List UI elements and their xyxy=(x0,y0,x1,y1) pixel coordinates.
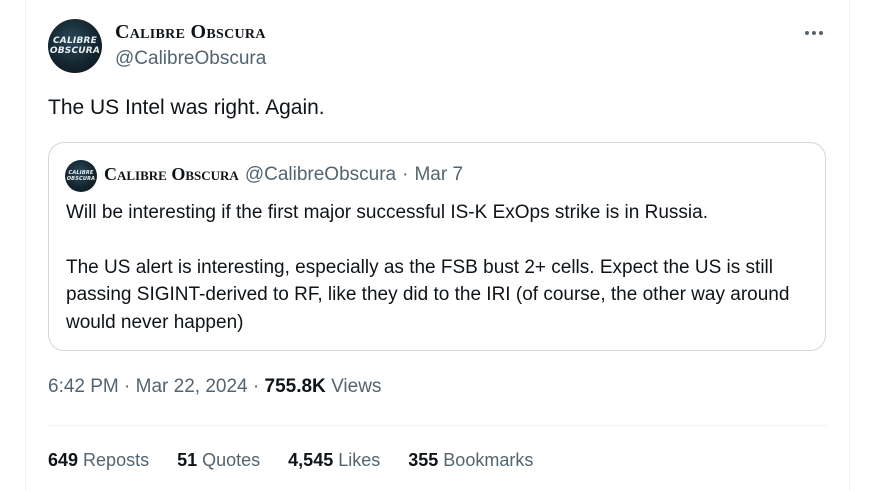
views-count: 755.8K xyxy=(264,376,326,397)
timeline-border-right xyxy=(849,0,850,491)
more-horizontal-icon-dot xyxy=(819,31,823,35)
more-options-button[interactable] xyxy=(801,20,827,46)
quotes-count: 51 xyxy=(177,450,198,470)
more-horizontal-icon-dot xyxy=(812,31,816,35)
quoted-tweet-body: Will be interesting if the first major s… xyxy=(66,199,814,336)
meta-separator: · xyxy=(252,376,260,397)
author-avatar[interactable]: CALIBRE OBSCURA xyxy=(48,19,102,73)
quotes-link[interactable]: 51 Quotes xyxy=(177,450,260,471)
quoted-paragraph-1: Will be interesting if the first major s… xyxy=(66,202,708,223)
quoted-date: Mar 7 xyxy=(414,164,464,185)
views-label: Views xyxy=(331,376,382,397)
quoted-author-display-name: Calibre Obscura xyxy=(104,164,239,184)
quoted-tweet-header: Calibre Obscura @CalibreObscura · Mar 7 xyxy=(104,164,463,186)
quoted-author-handle: @CalibreObscura xyxy=(244,164,397,185)
bookmarks-label: Bookmarks xyxy=(443,450,534,470)
bookmarks-link[interactable]: 355 Bookmarks xyxy=(408,450,533,471)
author-handle[interactable]: @CalibreObscura xyxy=(115,48,266,70)
more-horizontal-icon xyxy=(805,31,809,35)
tweet-metadata: 6:42 PM · Mar 22, 2024 · 755.8K Views xyxy=(48,376,381,398)
tweet-text: The US Intel was right. Again. xyxy=(48,96,325,119)
divider xyxy=(48,425,827,426)
quotes-label: Quotes xyxy=(202,450,261,470)
avatar-text-line2: OBSCURA xyxy=(49,46,101,56)
avatar-text-line2: OBSCURA xyxy=(66,176,96,182)
quoted-paragraph-2: The US alert is interesting, especially … xyxy=(66,256,790,333)
tweet-time[interactable]: 6:42 PM xyxy=(48,376,119,397)
likes-count: 4,545 xyxy=(288,450,334,470)
reposts-count: 649 xyxy=(48,450,79,470)
avatar-text-line1: CALIBRE xyxy=(53,36,97,46)
timeline-border-left xyxy=(25,0,26,491)
reposts-label: Reposts xyxy=(83,450,150,470)
tweet-date[interactable]: Mar 22, 2024 xyxy=(136,376,248,397)
quoted-author-avatar[interactable]: CALIBRE OBSCURA xyxy=(65,160,97,192)
quoted-separator: · xyxy=(402,164,409,185)
meta-separator: · xyxy=(124,376,131,397)
likes-link[interactable]: 4,545 Likes xyxy=(288,450,380,471)
author-display-name[interactable]: Calibre Obscura xyxy=(115,21,266,44)
bookmarks-count: 355 xyxy=(408,450,439,470)
likes-label: Likes xyxy=(338,450,381,470)
engagement-stats: 649 Reposts 51 Quotes 4,545 Likes 355 Bo… xyxy=(48,450,533,471)
reposts-link[interactable]: 649 Reposts xyxy=(48,450,149,471)
